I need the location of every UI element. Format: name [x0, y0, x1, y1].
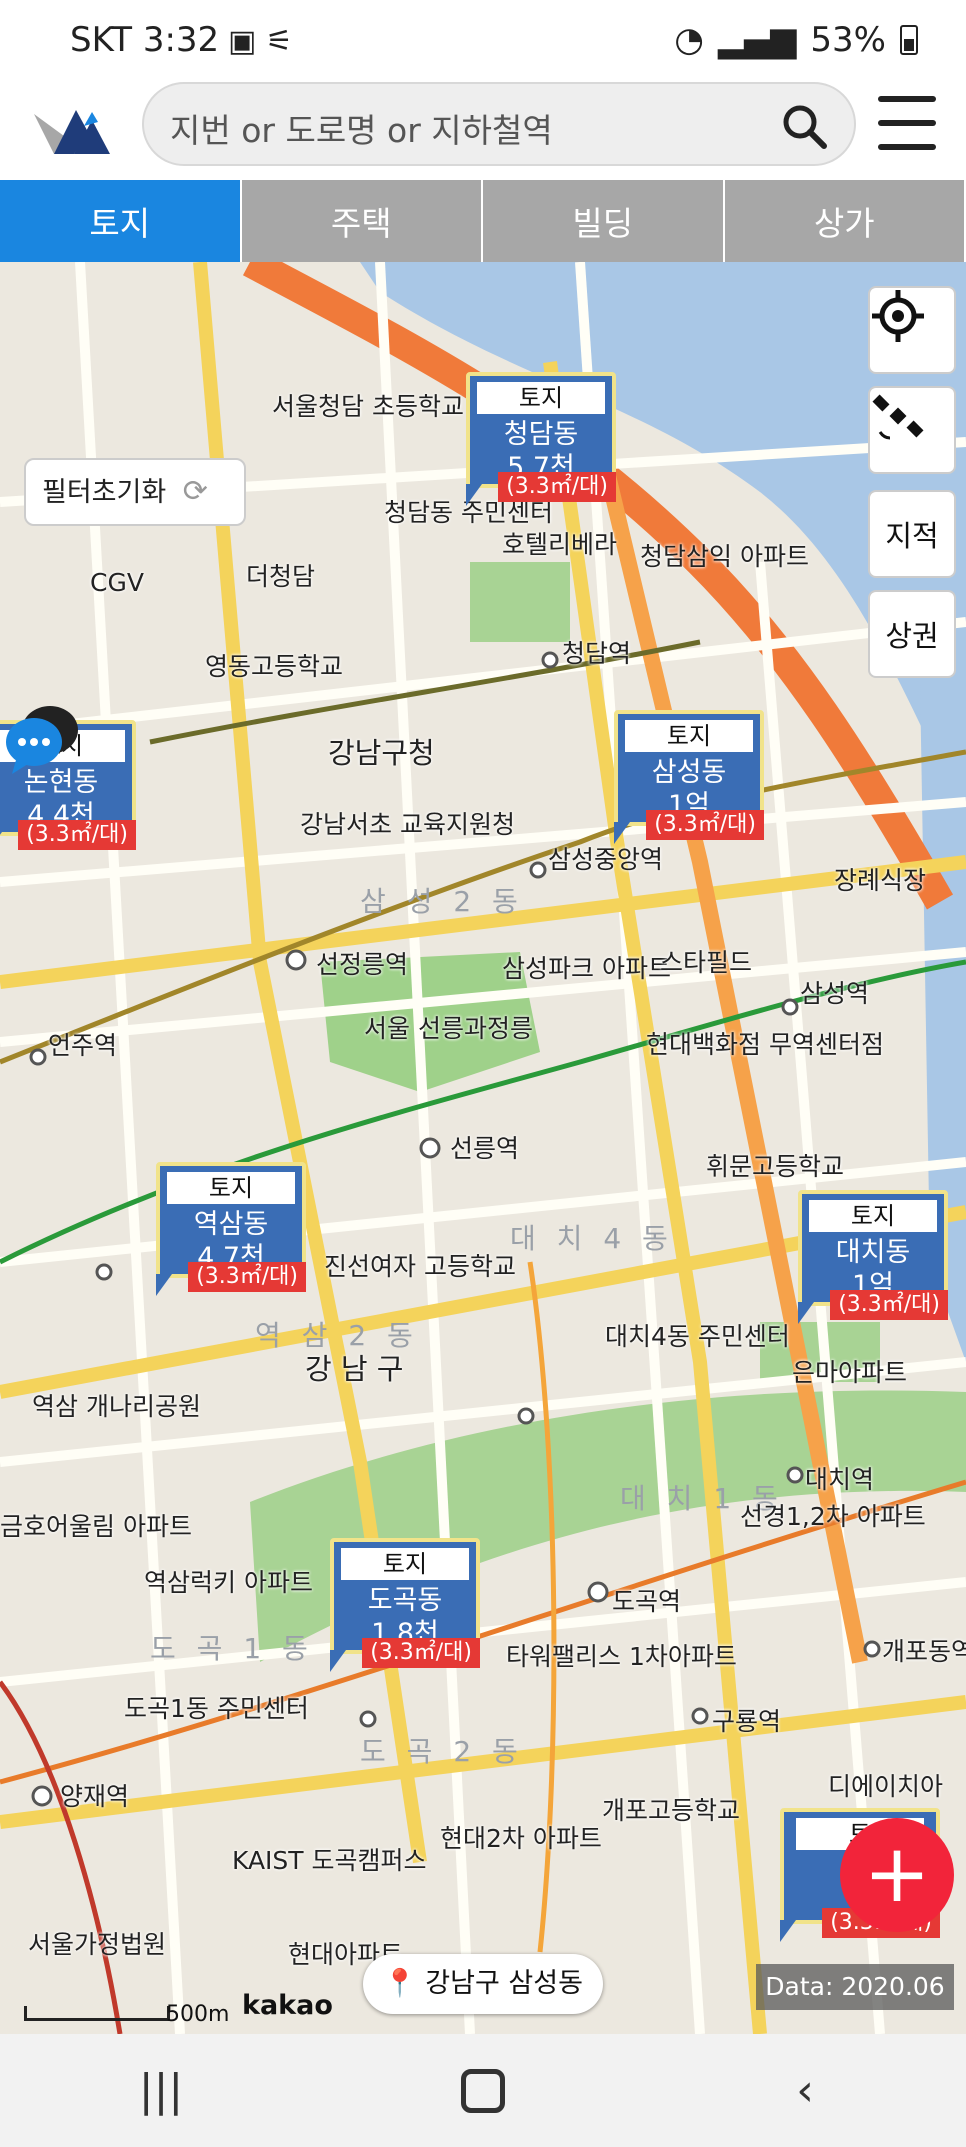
back-icon[interactable]: ‹ — [755, 2051, 855, 2131]
place-label: 청담삼익 아파트 — [640, 542, 809, 571]
map-provider-logo: kakao — [242, 1990, 333, 2021]
map-view[interactable]: 삼 성 2 동 대 치 4 동 대 치 1 동 역 삼 2 동 도 곡 1 동 … — [0, 262, 966, 2034]
place-label: 역삼 개나리공원 — [32, 1392, 201, 1421]
price-marker-dogok[interactable]: 토지 도곡동 1.8천 (3.3㎡/대) — [330, 1538, 480, 1672]
signal-icon: ▂▄▆ — [717, 20, 797, 60]
carrier-time: SKT 3:32 — [70, 20, 220, 60]
place-label: 개포고등학교 — [602, 1796, 741, 1825]
place-label: 금호어울림 아파트 — [0, 1512, 192, 1541]
app-logo[interactable] — [26, 92, 126, 168]
current-location-chip[interactable]: 📍 강남구 삼성동 — [363, 1954, 603, 2014]
place-label: KAIST 도곡캠퍼스 — [232, 1846, 427, 1875]
station-label: 삼성중앙역 — [548, 845, 664, 874]
tab-housing[interactable]: 주택 — [241, 180, 483, 262]
place-label: 선릉역 — [450, 1134, 520, 1163]
place-label: 서울가정법원 — [28, 1930, 167, 1959]
district-label: 도 곡 2 동 — [360, 1735, 524, 1768]
satellite-icon — [872, 394, 924, 440]
place-label: 선경1,2차 아파트 — [740, 1502, 926, 1531]
place-label: 타워팰리스 1차아파트 — [506, 1642, 737, 1671]
home-icon[interactable] — [433, 2051, 533, 2131]
chat-icon[interactable] — [0, 698, 82, 778]
data-date-badge: Data: 2020.06 — [756, 1964, 954, 2010]
filter-reset-label: 필터초기화 — [42, 477, 167, 508]
tab-land[interactable]: 토지 — [0, 180, 242, 262]
place-label: 역삼럭키 아파트 — [144, 1568, 313, 1597]
place-label: 강 남 구 — [305, 1352, 404, 1386]
station-label: 언주역 — [48, 1031, 118, 1060]
place-label: 강남서초 교육지원청 — [300, 810, 515, 839]
price-marker-daechi[interactable]: 토지 대치동 1억 (3.3㎡/대) — [798, 1190, 948, 1324]
place-label: 선정릉역 — [316, 950, 409, 979]
app-bar: 지번 or 도로명 or 지하철역 — [0, 82, 966, 182]
station-label: 청담역 — [562, 639, 632, 668]
add-fab-button[interactable]: + — [840, 1818, 954, 1932]
place-label: 삼성파크 아파트 — [502, 954, 671, 983]
refresh-icon: ⟳ — [182, 474, 208, 509]
price-marker-yeoksam[interactable]: 토지 역삼동 4.7천 (3.3㎡/대) — [156, 1162, 306, 1296]
cadastral-button[interactable]: 지적 — [868, 490, 956, 578]
place-label: 진선여자 고등학교 — [324, 1252, 516, 1281]
commercial-area-button[interactable]: 상권 — [868, 590, 956, 678]
status-bar: SKT 3:32 ▣ ⚟ ◔ ▂▄▆ 53% — [0, 0, 966, 82]
station-label: 개포동역 — [882, 1637, 966, 1666]
district-label: 대 치 4 동 — [510, 1222, 674, 1255]
system-nav-bar: ||| ‹ — [0, 2034, 966, 2147]
map-scale-bar — [24, 2006, 170, 2021]
battery-percent: 53% — [810, 20, 886, 60]
place-label: 양재역 — [60, 1782, 130, 1811]
place-label: 현대2차 아파트 — [440, 1824, 602, 1853]
place-label: 스타필드 — [660, 948, 753, 977]
place-label: CGV — [90, 568, 144, 597]
satellite-view-button[interactable] — [868, 386, 956, 474]
wifi-icon: ◔ — [674, 20, 704, 60]
place-label: 대치4동 주민센터 — [605, 1322, 790, 1351]
pin-icon: 📍 — [383, 1968, 417, 1999]
place-label: 영동고등학교 — [205, 652, 344, 681]
district-label: 삼 성 2 동 — [360, 885, 524, 918]
place-label: 휘문고등학교 — [706, 1152, 845, 1181]
search-icon[interactable] — [780, 102, 828, 150]
recent-apps-icon[interactable]: ||| — [111, 2051, 211, 2131]
status-right: ◔ ▂▄▆ 53% — [674, 20, 918, 60]
gps-locate-button[interactable] — [868, 286, 956, 374]
price-marker-cheongdam[interactable]: 토지 청담동 5.7천 (3.3㎡/대) — [466, 372, 616, 506]
place-label: 은마아파트 — [792, 1358, 908, 1387]
hamburger-menu-icon[interactable] — [878, 96, 936, 152]
search-input[interactable]: 지번 or 도로명 or 지하철역 — [142, 82, 856, 166]
tab-building[interactable]: 빌딩 — [483, 180, 725, 262]
place-label: 도곡1동 주민센터 — [124, 1694, 309, 1723]
battery-icon — [900, 25, 918, 55]
place-label: 디에이치아 — [828, 1772, 944, 1801]
place-label: 서울청담 초등학교 — [272, 392, 464, 421]
district-label: 도 곡 1 동 — [150, 1632, 314, 1665]
station-label: 대치역 — [805, 1465, 875, 1494]
place-label: 호텔리베라 — [502, 530, 618, 559]
map-scale-label: 500m — [166, 2002, 230, 2027]
place-label: 더청담 — [246, 562, 316, 591]
gps-icon — [872, 290, 924, 342]
place-label: 현대백화점 무역센터점 — [646, 1030, 884, 1059]
place-label: 장례식장 — [834, 866, 927, 895]
price-marker-samseong[interactable]: 토지 삼성동 1억 (3.3㎡/대) — [614, 710, 764, 844]
district-label: 역 삼 2 동 — [255, 1319, 419, 1352]
search-placeholder: 지번 or 도로명 or 지하철역 — [170, 111, 553, 150]
category-tabs: 토지 주택 빌딩 상가 — [0, 180, 966, 262]
filter-reset-button[interactable]: 필터초기화 ⟳ — [24, 458, 246, 526]
station-label: 도곡역 — [612, 1587, 682, 1616]
station-label: 삼성역 — [800, 979, 870, 1008]
notification-icons: ▣ ⚟ — [228, 24, 293, 59]
place-label: 서울 선릉과정릉 — [364, 1014, 533, 1043]
station-label: 구룡역 — [712, 1707, 782, 1736]
tab-commercial[interactable]: 상가 — [724, 180, 966, 262]
place-label: 강남구청 — [328, 736, 435, 770]
